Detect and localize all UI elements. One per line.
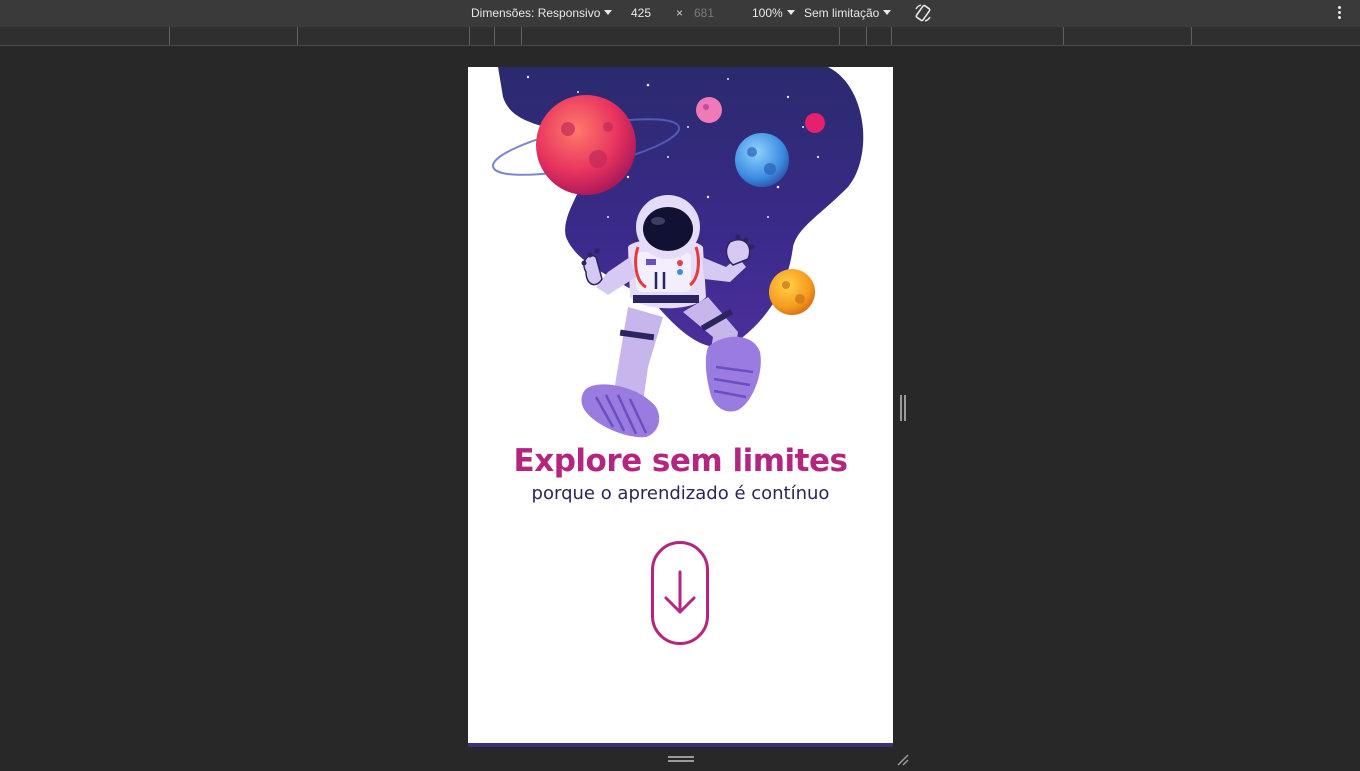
dimensions-dropdown[interactable]: Dimensões: Responsivo [471, 0, 613, 27]
rotate-icon[interactable] [913, 3, 933, 23]
throttle-label: Sem limitação [804, 6, 880, 20]
ruler-tick [866, 27, 867, 45]
times-separator: × [676, 6, 684, 20]
zoom-dropdown[interactable]: 100% [752, 0, 795, 27]
devtools-device-toolbar: Dimensões: Responsivo 425 × 681 100% Sem… [0, 0, 1360, 27]
orange-planet [769, 269, 815, 315]
resize-handle-bottom[interactable] [668, 756, 694, 764]
page-subtitle: porque o aprendizado é contínuo [531, 483, 830, 504]
dimensions-label: Dimensões: Responsivo [471, 6, 601, 20]
ruler-tick [891, 27, 892, 45]
corner-resize-icon [897, 754, 909, 766]
more-vertical-icon[interactable] [1333, 6, 1345, 22]
media-query-bar[interactable] [0, 27, 1360, 46]
astronaut-space-illustration [491, 67, 864, 438]
resize-handle-right[interactable] [900, 395, 906, 421]
blue-planet [735, 133, 789, 187]
ruler-tick [169, 27, 170, 45]
magenta-planet [805, 113, 825, 133]
scroll-down-button[interactable] [651, 541, 709, 645]
device-viewport: Explore sem limites porque o aprendizado… [468, 67, 893, 744]
caret-down-icon [786, 10, 795, 15]
ruler-tick [521, 27, 522, 45]
ruler-tick [469, 27, 470, 45]
ruler-tick [1191, 27, 1192, 45]
throttle-dropdown[interactable]: Sem limitação [804, 0, 892, 27]
ruler-tick [839, 27, 840, 45]
pink-planet [536, 95, 636, 195]
ruler-tick [297, 27, 298, 45]
zoom-label: 100% [752, 6, 783, 20]
resize-handle-corner[interactable] [896, 752, 910, 766]
ruler-tick [494, 27, 495, 45]
caret-down-icon [883, 10, 892, 15]
page-title: Explore sem limites [513, 443, 848, 479]
caret-down-icon [604, 10, 613, 15]
width-input[interactable]: 425 [631, 0, 651, 27]
viewport-bottom-border [468, 743, 893, 747]
height-input[interactable]: 681 [694, 0, 714, 27]
ruler-tick [1063, 27, 1064, 45]
arrow-down-icon [664, 570, 696, 614]
small-pink-planet [696, 97, 722, 123]
